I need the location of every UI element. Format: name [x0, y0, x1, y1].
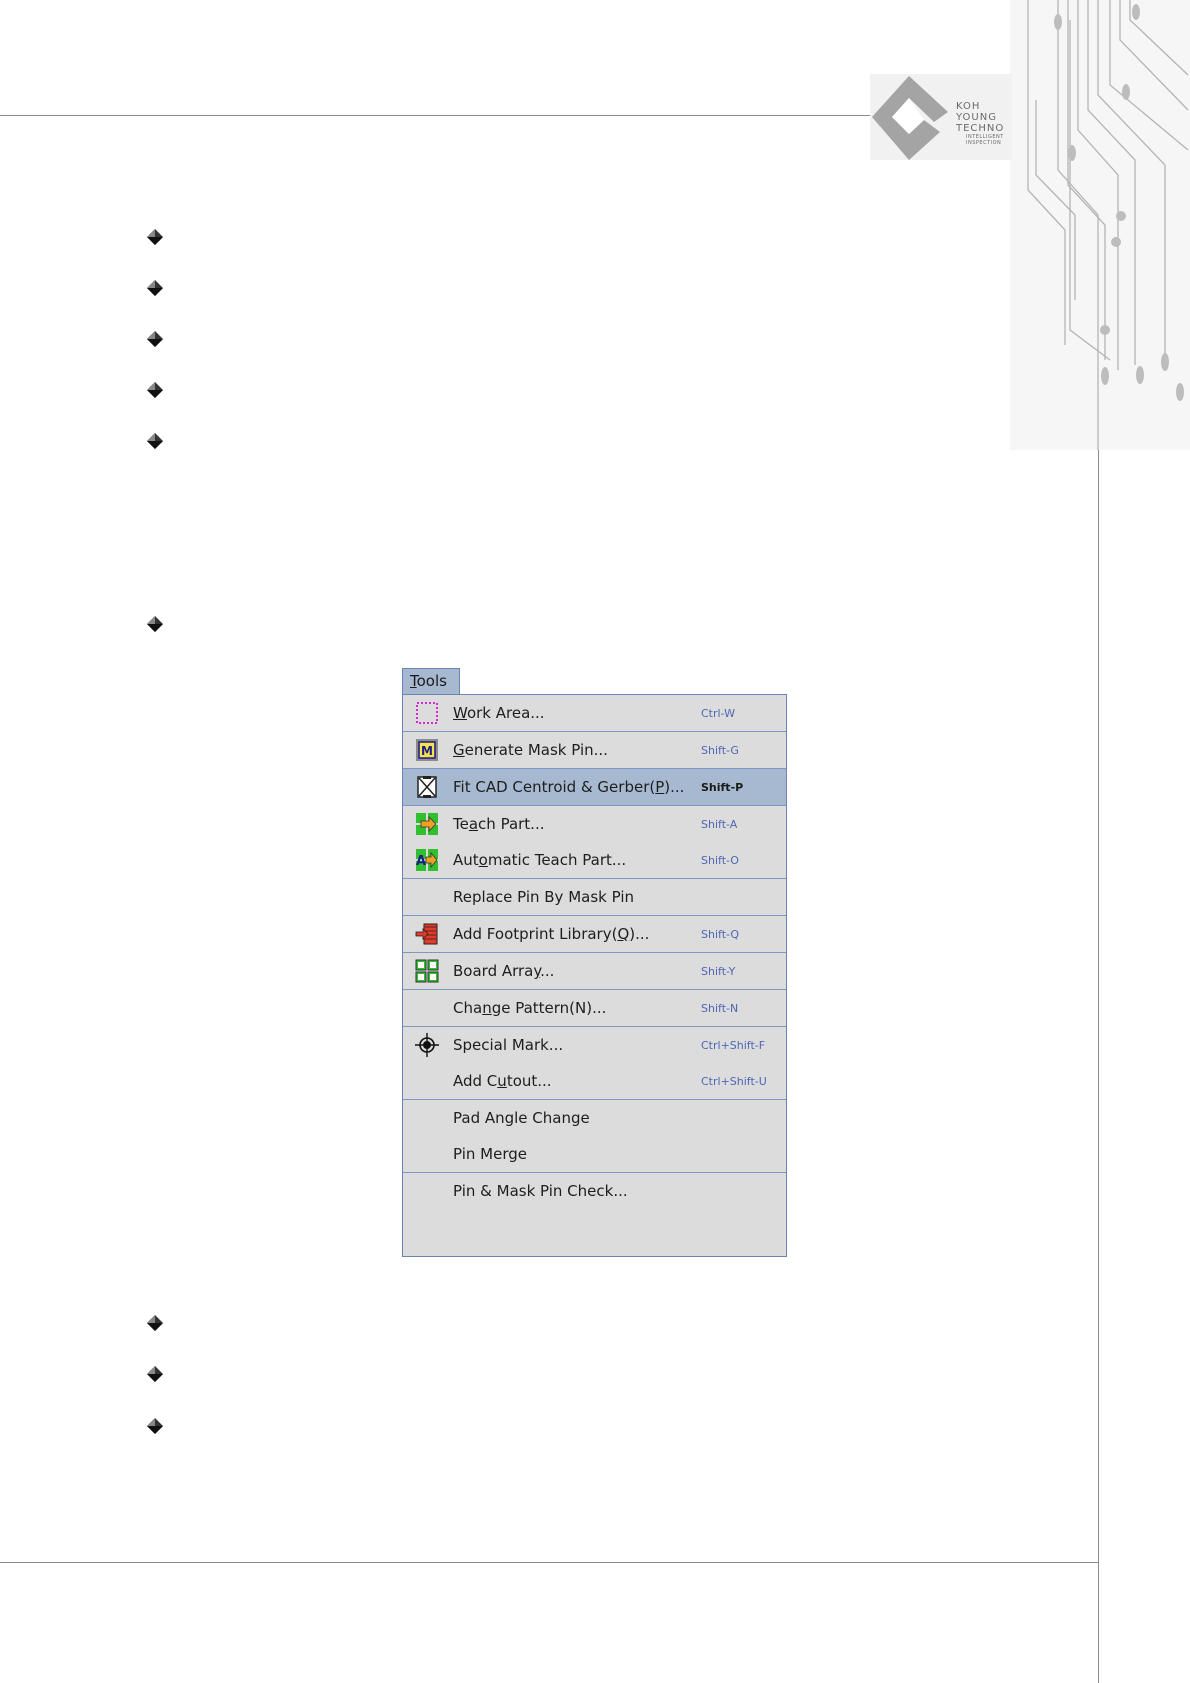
bullet-arrow-icon — [147, 382, 163, 398]
shortcut-label: Shift-O — [701, 853, 739, 867]
shortcut-label: Shift-Y — [701, 964, 736, 978]
right-margin-rule — [1098, 365, 1099, 1683]
bullet-arrow-icon — [147, 280, 163, 296]
crosshair-icon — [415, 1033, 439, 1057]
tools-mnemonic: T — [410, 672, 417, 690]
menu-item-add-footprint-library[interactable]: Add Footprint Library(Q)... Shift-Q — [403, 916, 786, 952]
menu-item-pin-mask-pin-check[interactable]: Pin & Mask Pin Check... — [403, 1173, 786, 1209]
logo-line-5: INSPECTION — [966, 140, 1002, 146]
shortcut-label: Shift-P — [701, 780, 744, 794]
header-rule — [0, 115, 875, 116]
menu-item-generate-mask-pin[interactable]: M Generate Mask Pin... Shift-G — [403, 732, 786, 768]
svg-text:A: A — [416, 854, 426, 869]
shortcut-label: Ctrl-W — [701, 706, 735, 720]
menu-item-automatic-teach-part[interactable]: A Automatic Teach Part... Shift-O — [403, 842, 786, 878]
auto-teach-icon: A — [415, 849, 439, 871]
logo-line-2: YOUNG — [956, 112, 997, 123]
menu-item-teach-part[interactable]: Teach Part... Shift-A — [403, 806, 786, 842]
bullet-arrow-icon — [147, 433, 163, 449]
teach-part-icon — [415, 813, 439, 835]
logo-line-1: KOH — [956, 101, 981, 112]
logo-mark-icon — [872, 76, 948, 160]
board-array-icon — [415, 959, 439, 983]
bullet-arrow-icon — [147, 229, 163, 245]
shortcut-label: Ctrl+Shift-U — [701, 1074, 767, 1088]
menu-item-change-pattern[interactable]: Change Pattern(N)... Shift-N — [403, 990, 786, 1026]
svg-text:M: M — [421, 744, 433, 758]
dotted-rect-icon — [415, 702, 439, 724]
menu-item-special-mark[interactable]: Special Mark... Ctrl+Shift-F — [403, 1027, 786, 1063]
menu-item-pad-angle-change[interactable]: Pad Angle Change — [403, 1100, 786, 1136]
circuit-decoration — [1010, 0, 1190, 450]
shortcut-label: Shift-Q — [701, 927, 740, 941]
mask-m-icon: M — [415, 739, 439, 761]
menu-item-replace-pin[interactable]: Replace Pin By Mask Pin — [403, 879, 786, 915]
shortcut-label: Shift-G — [701, 743, 739, 757]
bullet-arrow-icon — [147, 1315, 163, 1331]
shortcut-label: Shift-A — [701, 817, 738, 831]
circuit-traces-icon — [1027, 0, 1189, 450]
menu-item-add-cutout[interactable]: Add Cutout... Ctrl+Shift-U — [403, 1063, 786, 1099]
tools-dropdown-menu: Work Area... Ctrl-W M Generate Mask Pin.… — [402, 694, 787, 1257]
menu-item-fit-cad-centroid[interactable]: Fit CAD Centroid & Gerber(P)... Shift-P — [403, 769, 786, 805]
shortcut-label: Ctrl+Shift-F — [701, 1038, 766, 1052]
bullet-arrow-icon — [147, 331, 163, 347]
menu-item-pin-merge[interactable]: Pin Merge — [403, 1136, 786, 1172]
fit-cad-icon — [415, 776, 439, 798]
shortcut-label: Shift-N — [701, 1001, 739, 1015]
menu-item-work-area[interactable]: Work Area... Ctrl-W — [403, 695, 786, 731]
footer-rule — [0, 1562, 1099, 1563]
company-logo: KOH YOUNG TECHNO INTELLIGENT INSPECTION — [870, 74, 1012, 160]
tools-menu-title[interactable]: Tools — [402, 668, 460, 694]
bullet-arrow-icon — [147, 1418, 163, 1434]
footprint-library-icon — [415, 923, 439, 945]
logo-line-3: TECHNO — [956, 123, 1005, 134]
menu-item-board-array[interactable]: Board Array... Shift-Y — [403, 953, 786, 989]
bullet-arrow-icon — [147, 1366, 163, 1382]
tools-title-rest: ools — [416, 672, 447, 690]
logo-wordmark: KOH YOUNG TECHNO INTELLIGENT INSPECTION — [956, 101, 1004, 146]
bullet-arrow-icon — [147, 616, 163, 632]
